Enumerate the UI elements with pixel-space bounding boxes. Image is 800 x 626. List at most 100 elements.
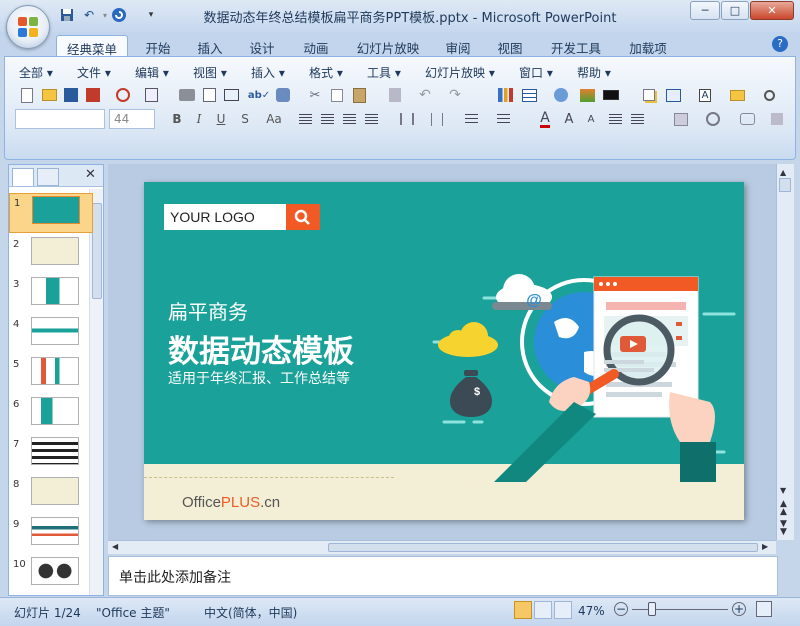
scroll-left-icon[interactable]: ◀ <box>112 542 118 551</box>
language-indicator[interactable]: 中文(简体，中国) <box>204 604 297 621</box>
thumbnail-2[interactable]: 2 <box>9 235 93 275</box>
tab-design[interactable]: 设计 <box>240 35 284 56</box>
maximize-button[interactable]: □ <box>721 1 749 20</box>
find-icon[interactable] <box>759 85 779 105</box>
save-toolbar-icon[interactable] <box>61 85 81 105</box>
tab-addins[interactable]: 加载项 <box>620 35 676 56</box>
thumbnail-5[interactable]: 5 <box>9 355 93 395</box>
tab-classic-menu[interactable]: 经典菜单 <box>56 35 128 57</box>
customize-qat-icon[interactable]: ▾ <box>142 6 160 24</box>
thumbnail-1[interactable]: 1 <box>9 193 93 233</box>
copy-icon[interactable] <box>327 85 347 105</box>
increase-indent-icon[interactable] <box>627 109 647 129</box>
layout-icon[interactable] <box>663 85 683 105</box>
text-direction-icon[interactable] <box>427 109 447 129</box>
thumbnail-6[interactable]: 6 <box>9 395 93 435</box>
tab-insert[interactable]: 插入 <box>188 35 232 56</box>
tab-slideshow[interactable]: 幻灯片放映 <box>350 35 426 56</box>
tab-animations[interactable]: 动画 <box>294 35 338 56</box>
cut-icon[interactable]: ✂ <box>305 85 325 105</box>
textbox-icon[interactable]: A <box>695 85 715 105</box>
tab-view[interactable]: 视图 <box>488 35 532 56</box>
previous-slide-icon[interactable]: ▲ ▲ <box>780 500 791 517</box>
theme-name[interactable]: "Office 主题" <box>96 604 170 621</box>
font-size-combo[interactable]: 44 <box>109 109 155 129</box>
slide-caption[interactable]: 适用于年终汇报、工作总结等 <box>168 368 350 388</box>
format-painter-icon[interactable] <box>385 85 405 105</box>
tab-developer[interactable]: 开发工具 <box>544 35 608 56</box>
print-icon[interactable] <box>177 85 197 105</box>
redo-icon[interactable] <box>110 6 128 24</box>
italic-button[interactable]: I <box>189 109 209 129</box>
scroll-right-icon[interactable]: ▶ <box>762 542 768 551</box>
attach-icon[interactable] <box>141 85 161 105</box>
picture-icon[interactable] <box>577 85 597 105</box>
columns-icon[interactable] <box>397 109 417 129</box>
scroll-down-icon[interactable]: ▼ <box>780 486 791 495</box>
horizontal-scrollbar[interactable]: ◀ ▶ <box>108 540 776 554</box>
fullscreen-icon[interactable] <box>221 85 241 105</box>
menu-all[interactable]: 全部 ▾ <box>19 64 53 81</box>
zoom-slider-thumb[interactable] <box>648 602 656 616</box>
font-name-combo[interactable] <box>15 109 105 129</box>
menu-file[interactable]: 文件 ▾ <box>77 64 111 81</box>
logo-placeholder[interactable]: YOUR LOGO <box>164 204 286 230</box>
menu-edit[interactable]: 编辑 ▾ <box>135 64 169 81</box>
outline-tab-icon[interactable] <box>37 168 59 186</box>
spelling-icon[interactable]: ab✓ <box>248 85 270 105</box>
scroll-thumb[interactable] <box>92 203 102 299</box>
menu-view[interactable]: 视图 ▾ <box>193 64 227 81</box>
undo-toolbar-icon[interactable]: ↶ <box>415 85 435 105</box>
notes-placeholder[interactable]: 单击此处添加备注 <box>119 567 231 587</box>
hscroll-thumb[interactable] <box>328 543 758 552</box>
slides-tab-icon[interactable] <box>12 168 34 186</box>
normal-view-icon[interactable] <box>514 601 532 619</box>
permission-icon[interactable] <box>113 85 133 105</box>
clipart-icon[interactable] <box>551 85 571 105</box>
office-button[interactable] <box>6 5 50 49</box>
bullets-icon[interactable] <box>493 109 513 129</box>
align-left-icon[interactable] <box>295 109 315 129</box>
table-icon[interactable] <box>519 85 539 105</box>
scroll-up-icon[interactable]: ▲ <box>780 168 791 177</box>
grow-font-icon[interactable]: A <box>559 109 579 129</box>
menu-slideshow[interactable]: 幻灯片放映 ▾ <box>425 64 495 81</box>
bold-button[interactable]: B <box>167 109 187 129</box>
menu-tools[interactable]: 工具 ▾ <box>367 64 401 81</box>
menu-insert[interactable]: 插入 ▾ <box>251 64 285 81</box>
notes-pane[interactable]: 单击此处添加备注 <box>108 556 778 596</box>
tab-review[interactable]: 审阅 <box>436 35 480 56</box>
folder-icon[interactable] <box>727 85 747 105</box>
help-icon[interactable]: ? <box>772 36 788 52</box>
slide-sorter-icon[interactable] <box>534 601 552 619</box>
chart-icon[interactable] <box>495 85 515 105</box>
align-right-icon[interactable] <box>339 109 359 129</box>
zoom-in-icon[interactable]: + <box>732 602 746 616</box>
justify-icon[interactable] <box>361 109 381 129</box>
change-case-button[interactable]: Aa <box>261 109 287 129</box>
numbering-icon[interactable] <box>461 109 481 129</box>
paste-icon[interactable] <box>349 85 369 105</box>
slide-canvas[interactable]: YOUR LOGO 扁平商务 数据动态模板 适用于年终汇报、工作总结等 Offi… <box>144 182 744 520</box>
close-button[interactable]: ✕ <box>750 1 794 20</box>
scroll-thumb[interactable] <box>779 178 791 192</box>
quick-styles-icon[interactable] <box>737 109 757 129</box>
tab-home[interactable]: 开始 <box>136 35 180 56</box>
arrange-icon[interactable] <box>671 109 691 129</box>
shape-fill-icon[interactable] <box>767 109 787 129</box>
slide-title[interactable]: 数据动态模板 <box>168 326 354 371</box>
zoom-level[interactable]: 47% <box>578 604 605 618</box>
open-icon[interactable] <box>39 85 59 105</box>
new-icon[interactable] <box>17 85 37 105</box>
print-preview-icon[interactable] <box>199 85 219 105</box>
vertical-scrollbar[interactable]: ▲ ▼ ▲ ▲ ▼ ▼ <box>776 164 794 540</box>
zoom-slider-track[interactable] <box>632 609 728 610</box>
align-center-icon[interactable] <box>317 109 337 129</box>
thumbnail-7[interactable]: 7 <box>9 435 93 475</box>
minimize-button[interactable]: ─ <box>690 1 720 20</box>
menu-format[interactable]: 格式 ▾ <box>309 64 343 81</box>
thumbnail-8[interactable]: 8 <box>9 475 93 515</box>
shapes-icon[interactable] <box>703 109 723 129</box>
fit-to-window-icon[interactable] <box>756 601 772 617</box>
decrease-indent-icon[interactable] <box>605 109 625 129</box>
